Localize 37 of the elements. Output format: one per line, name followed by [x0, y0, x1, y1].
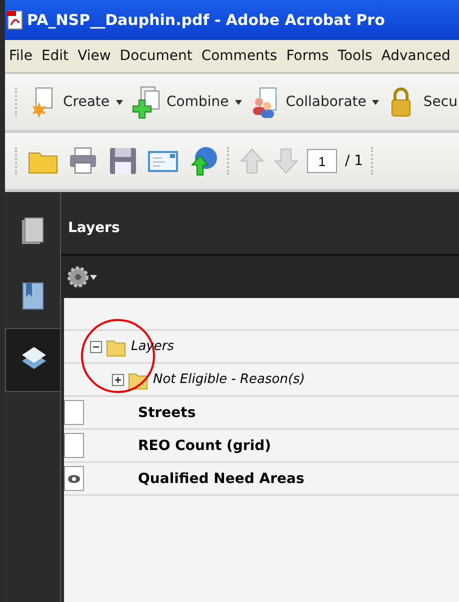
caret-icon	[90, 274, 97, 280]
menu-item[interactable]: File	[9, 48, 32, 64]
padlock-button[interactable]: Secu	[387, 86, 458, 118]
save-button[interactable]	[107, 145, 139, 177]
panel-title: Layers	[68, 220, 120, 236]
pdf-file-icon	[7, 10, 23, 30]
layer-name[interactable]: Streets	[138, 404, 196, 420]
layer-name[interactable]: REO Count (grid)	[138, 438, 272, 454]
eye-icon	[67, 474, 81, 484]
page-count: / 1	[345, 153, 364, 169]
menu-item[interactable]: Document	[120, 48, 192, 64]
visibility-toggle[interactable]	[64, 433, 84, 458]
options-button[interactable]	[67, 266, 97, 288]
caret-icon	[116, 100, 123, 104]
collapse-toggle[interactable]	[90, 340, 102, 352]
combine-documents-icon	[130, 86, 161, 118]
menu-item[interactable]: Edit	[41, 48, 69, 64]
caret-icon	[234, 100, 242, 104]
menu-item[interactable]: Comments	[201, 48, 278, 64]
window-title: PA_NSP__Dauphin.pdf - Adobe Acrobat Pro	[27, 11, 385, 29]
settings-icon	[67, 266, 89, 288]
create-document-button[interactable]: Create	[27, 86, 123, 118]
layer-name[interactable]: Qualified Need Areas	[138, 470, 304, 486]
visibility-toggle[interactable]	[64, 466, 84, 491]
menu-item[interactable]: Forms	[286, 48, 329, 64]
menu-item[interactable]: Advanced	[381, 48, 450, 64]
layer-group-label[interactable]: Not Eligible - Reason(s)	[153, 372, 305, 387]
menu-item[interactable]: Tools	[338, 48, 372, 64]
page-number-field[interactable]: 1	[307, 149, 337, 173]
visibility-toggle[interactable]	[64, 400, 84, 425]
caret-icon	[372, 100, 380, 104]
menu-item[interactable]: View	[78, 48, 111, 64]
layers-tab[interactable]	[5, 328, 60, 392]
people-document-button[interactable]: Collaborate	[250, 86, 380, 118]
expand-toggle[interactable]	[112, 374, 124, 386]
save-icon	[107, 145, 139, 177]
combine-documents-button[interactable]: Combine	[130, 86, 242, 118]
